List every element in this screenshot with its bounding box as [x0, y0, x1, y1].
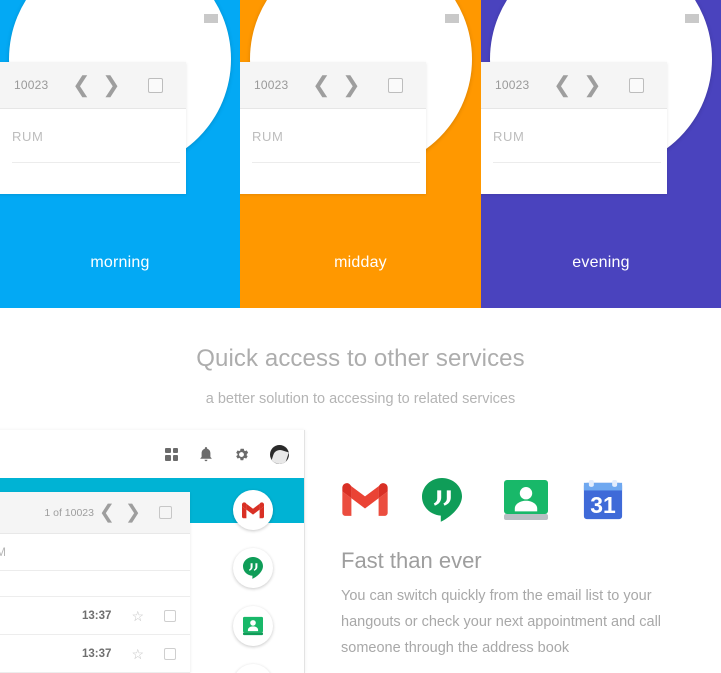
divider — [493, 162, 661, 163]
rail-gmail-icon[interactable] — [233, 490, 273, 530]
bell-icon[interactable] — [199, 446, 213, 462]
mini-toolbar: 10023 ❮ ❯ — [481, 62, 667, 109]
chevron-left-icon[interactable]: ❮ — [94, 503, 120, 522]
chevron-left-icon[interactable]: ❮ — [66, 74, 96, 96]
mini-mail-window: 10023 ❮ ❯ RUM — [0, 62, 186, 194]
gmail-icon[interactable] — [342, 483, 422, 517]
chevron-left-icon[interactable]: ❮ — [547, 74, 577, 96]
mini-body: RUM — [0, 109, 186, 194]
panel-label-morning: morning — [90, 254, 150, 271]
apps-grid-icon[interactable] — [165, 447, 178, 461]
feature-title: Fast than ever — [341, 548, 482, 573]
mini-body: RUM — [240, 109, 426, 194]
app-screenshot: 1 of 10023 ❮ ❯ S FORUM 13:37 ☆ 13:37 ☆ — [0, 430, 305, 673]
pager-count: 1 of 10023 — [44, 506, 94, 519]
tab-forum[interactable]: FORUM — [0, 545, 7, 559]
mini-mail-window: 10023 ❮ ❯ RUM — [240, 62, 426, 194]
mini-message-count: 10023 — [14, 78, 49, 92]
panel-morning[interactable]: 10023 ❮ ❯ RUM morning — [0, 0, 240, 308]
page-title: Quick access to other services — [196, 345, 525, 372]
panel-label-evening: evening — [572, 254, 630, 271]
feature-body: You can switch quickly from the email li… — [341, 588, 662, 656]
calendar-icon[interactable]: 31 — [582, 479, 662, 521]
star-icon[interactable]: ☆ — [131, 647, 144, 661]
select-all-checkbox[interactable] — [629, 77, 645, 93]
table-row[interactable] — [0, 571, 190, 597]
screenshot-toolbar — [0, 430, 304, 478]
select-all-checkbox[interactable] — [159, 506, 172, 519]
mail-toolbar: 1 of 10023 ❮ ❯ — [0, 492, 190, 534]
select-all-checkbox[interactable] — [148, 77, 164, 93]
row-checkbox[interactable] — [164, 609, 176, 622]
hangouts-icon[interactable] — [422, 478, 502, 522]
panel-label-midday: midday — [334, 254, 387, 271]
mail-list-panel: 1 of 10023 ❮ ❯ S FORUM 13:37 ☆ 13:37 ☆ — [0, 492, 190, 673]
row-checkbox[interactable] — [164, 647, 176, 660]
rail-hangouts-icon[interactable] — [233, 548, 273, 588]
toolbar-nub-icon — [445, 14, 459, 23]
gear-icon[interactable] — [234, 447, 249, 462]
chevron-left-icon[interactable]: ❮ — [306, 74, 336, 96]
table-row[interactable]: 13:37 ☆ — [0, 597, 190, 635]
mail-tabs: S FORUM — [0, 534, 190, 570]
contacts-icon[interactable] — [502, 478, 582, 522]
star-icon[interactable]: ☆ — [131, 609, 144, 623]
mini-message-count: 10023 — [495, 78, 530, 92]
row-time: 13:37 — [82, 647, 112, 660]
chevron-right-icon[interactable]: ❯ — [120, 503, 146, 522]
toolbar-nub-icon — [204, 14, 218, 23]
toolbar-nub-icon — [685, 14, 699, 23]
divider — [12, 162, 180, 163]
quick-access-rail: 31 — [218, 490, 288, 673]
mini-tab-forum[interactable]: RUM — [12, 129, 43, 144]
table-row[interactable]: 13:37 ☆ — [0, 635, 190, 673]
mini-message-count: 10023 — [254, 78, 289, 92]
mini-tab-forum[interactable]: RUM — [252, 129, 283, 144]
row-time: 13:37 — [82, 609, 112, 622]
divider — [252, 162, 420, 163]
panel-evening[interactable]: 10023 ❮ ❯ RUM evening — [481, 0, 721, 308]
mini-toolbar: 10023 ❮ ❯ — [240, 62, 426, 109]
section-heading: Quick access to other services a better … — [0, 308, 721, 407]
mini-tab-forum[interactable]: RUM — [493, 129, 524, 144]
time-of-day-panels: 10023 ❮ ❯ RUM morning 10023 ❮ ❯ RUM midd… — [0, 0, 721, 308]
service-icons-row: 31 — [342, 472, 672, 528]
chevron-right-icon[interactable]: ❯ — [96, 74, 126, 96]
mini-mail-window: 10023 ❮ ❯ RUM — [481, 62, 667, 194]
panel-midday[interactable]: 10023 ❮ ❯ RUM midday — [240, 0, 481, 308]
mini-toolbar: 10023 ❮ ❯ — [0, 62, 186, 109]
rail-calendar-icon[interactable]: 31 — [233, 664, 273, 673]
mini-body: RUM — [481, 109, 667, 194]
select-all-checkbox[interactable] — [388, 77, 404, 93]
page-subtitle: a better solution to accessing to relate… — [205, 391, 516, 407]
calendar-day: 31 — [590, 492, 616, 518]
chevron-right-icon[interactable]: ❯ — [336, 74, 366, 96]
rail-contacts-icon[interactable] — [233, 606, 273, 646]
avatar[interactable] — [270, 444, 289, 464]
page-root: 10023 ❮ ❯ RUM morning 10023 ❮ ❯ RUM midd… — [0, 0, 721, 673]
chevron-right-icon[interactable]: ❯ — [577, 74, 607, 96]
